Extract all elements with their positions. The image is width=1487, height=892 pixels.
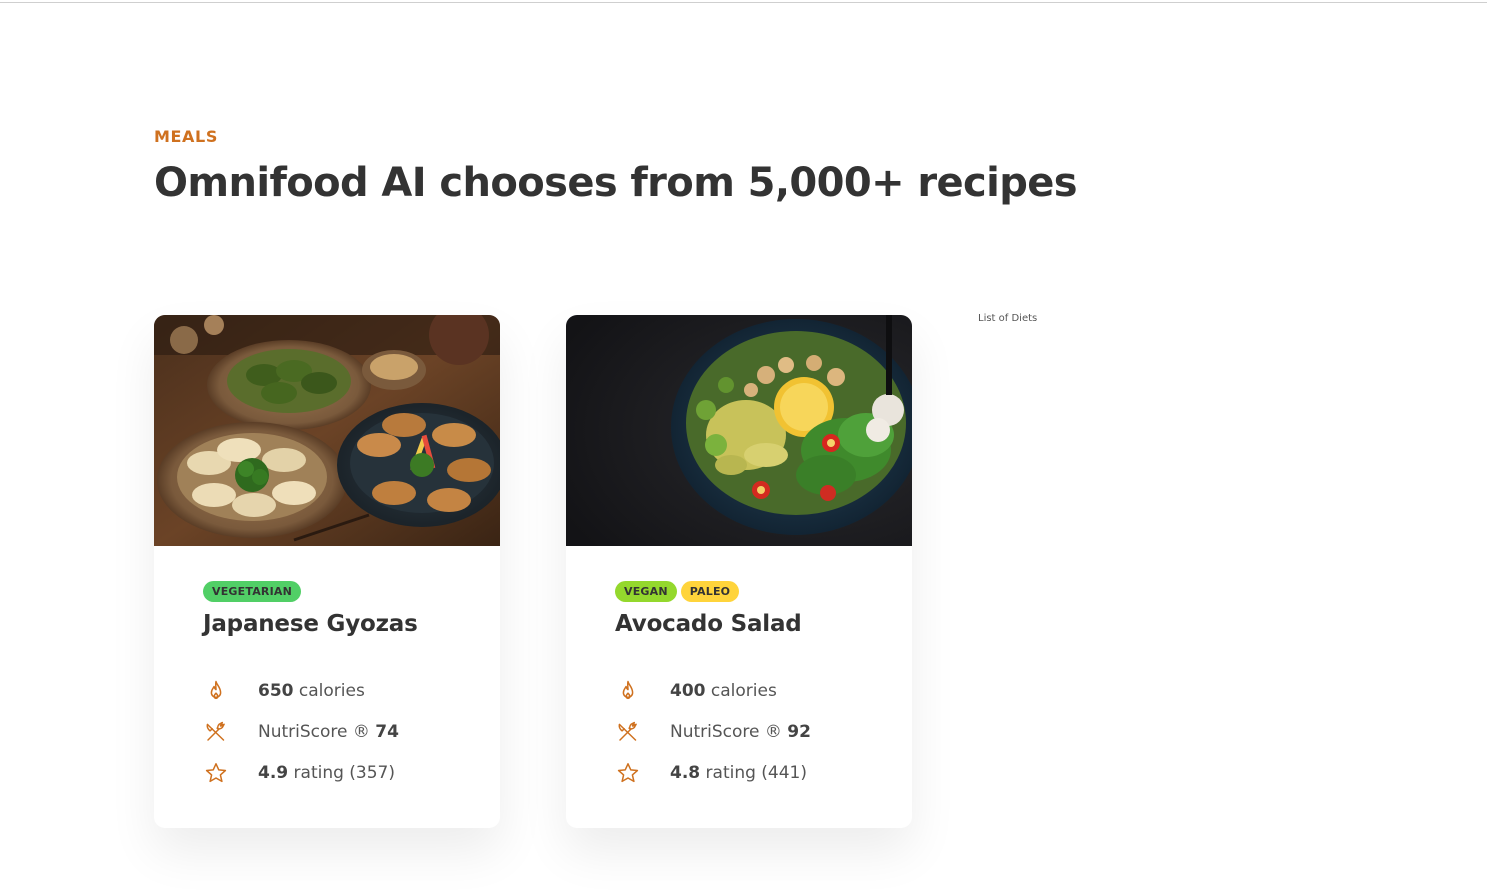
meal-calories: 650 calories [203,670,399,711]
meal-nutriscore: NutriScore ® 92 [615,711,811,752]
star-icon [203,760,229,786]
meal-nutriscore: NutriScore ® 74 [203,711,399,752]
tag-paleo: Paleo [680,581,740,602]
meal-calories: 400 calories [615,670,811,711]
dumplings-photo [154,315,500,546]
rating-value: 4.9 [258,762,289,783]
meal-card-avocado-salad: Vegan Paleo Avocado Salad 400 calories [566,315,912,828]
flame-icon [203,678,229,704]
nutri-label: NutriScore ® [258,721,370,742]
section-heading: Omnifood AI chooses from 5,000+ recipes [154,160,1078,206]
meal-attributes: 650 calories NutriScore ® 74 4.9 rating … [203,670,399,793]
diets-list-label: List of Diets [978,313,1038,324]
meal-tags: Vegan Paleo [615,581,740,602]
restaurant-icon [615,719,641,745]
nutri-value: 92 [787,721,811,742]
meal-rating: 4.9 rating (357) [203,752,399,793]
nutri-label: NutriScore ® [670,721,782,742]
meal-card-japanese-gyozas: Vegetarian Japanese Gyozas 650 calories [154,315,500,828]
section-subheading: Meals [154,127,218,146]
calories-value: 650 [258,680,294,701]
meal-attributes: 400 calories NutriScore ® 92 4.8 rating … [615,670,811,793]
tag-vegetarian: Vegetarian [203,581,302,602]
rating-label: rating (357) [293,762,396,783]
calories-label: calories [298,680,365,701]
tag-vegan: Vegan [615,581,677,602]
star-icon [615,760,641,786]
calories-value: 400 [670,680,706,701]
top-divider [0,2,1487,3]
meal-title: Avocado Salad [615,611,802,637]
restaurant-icon [203,719,229,745]
meal-tags: Vegetarian [203,581,302,602]
flame-icon [615,678,641,704]
calories-label: calories [710,680,777,701]
meal-title: Japanese Gyozas [203,611,418,637]
meal-rating: 4.8 rating (441) [615,752,811,793]
nutri-value: 74 [375,721,399,742]
rating-label: rating (441) [705,762,808,783]
rating-value: 4.8 [670,762,701,783]
salad-bowl-photo [566,315,912,546]
